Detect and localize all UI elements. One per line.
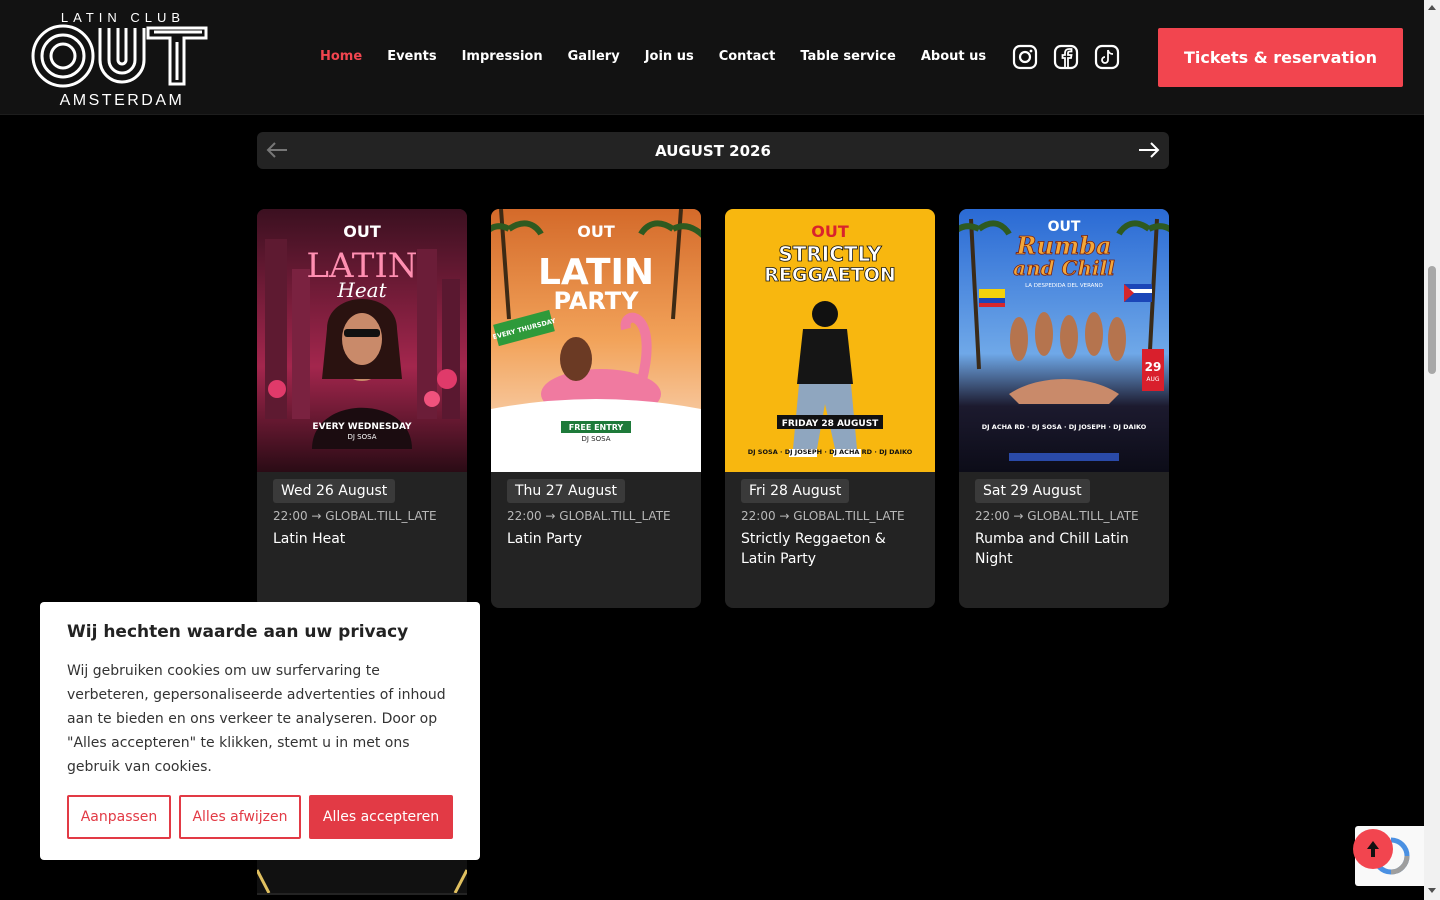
tickets-reservation-button[interactable]: Tickets & reservation — [1158, 28, 1403, 87]
club-logo[interactable]: LATIN CLUB AMSTERDAM — [30, 8, 210, 110]
event-poster-strictly-reggaeton[interactable]: OUT STRICTLY REGGAETON FRIDAY 28 AUGUST … — [725, 209, 935, 472]
logo-out-mark — [31, 24, 208, 88]
poster-subline: Heat — [336, 278, 387, 302]
event-time: 22:00 → GLOBAL.TILL_LATE — [741, 509, 905, 523]
poster-brand: OUT — [343, 222, 381, 241]
event-card[interactable]: OUT LATIN Heat EVERY WEDNESDAY DJ SOSA W… — [257, 209, 467, 608]
event-time: 22:00 → GLOBAL.TILL_LATE — [273, 509, 437, 523]
event-card[interactable]: OUT STRICTLY REGGAETON FRIDAY 28 AUGUST … — [725, 209, 935, 608]
arrow-up-icon — [1367, 841, 1379, 857]
main-nav: Home Events Impression Gallery Join us C… — [320, 49, 1011, 64]
cookie-consent-dialog: Wij hechten waarde aan uw privacy Wij ge… — [40, 602, 480, 860]
customize-button[interactable]: Aanpassen — [67, 795, 171, 839]
event-time: 22:00 → GLOBAL.TILL_LATE — [975, 509, 1139, 523]
nav-impression[interactable]: Impression — [462, 49, 543, 64]
facebook-icon[interactable] — [1053, 44, 1079, 70]
nav-table-service[interactable]: Table service — [800, 49, 896, 64]
site-header: LATIN CLUB AMSTERDAM Home Events Impress… — [0, 0, 1424, 115]
nav-about-us[interactable]: About us — [921, 49, 986, 64]
poster-subline: PARTY — [553, 287, 639, 315]
event-card[interactable]: 29 AUG OUT Rumba and Chill LA DESPEDIDA … — [959, 209, 1169, 608]
cookie-text: Wij gebruiken cookies om uw surfervaring… — [67, 663, 446, 775]
event-title[interactable]: Latin Party — [507, 529, 687, 549]
cookie-title: Wij hechten waarde aan uw privacy — [67, 622, 409, 642]
poster-headline: STRICTLY — [778, 242, 882, 266]
page-scrollbar[interactable] — [1424, 0, 1440, 900]
poster-dj: DJ SOSA — [348, 433, 377, 441]
poster-footer: FRIDAY 28 AUGUST — [782, 419, 879, 429]
poster-day: 29 — [1145, 360, 1162, 374]
poster-footer: EVERY WEDNESDAY — [312, 422, 412, 432]
nav-gallery[interactable]: Gallery — [568, 49, 620, 64]
event-date: Fri 28 August — [741, 479, 850, 503]
poster-dj: DJ SOSA — [582, 435, 611, 443]
poster-footer: FREE ENTRY — [569, 423, 624, 432]
event-date: Sat 29 August — [975, 479, 1090, 503]
poster-brand: OUT — [811, 222, 849, 241]
scroll-down-icon[interactable] — [1428, 888, 1436, 893]
poster-subline: REGGAETON — [764, 264, 896, 286]
back-to-top-button[interactable] — [1353, 829, 1393, 869]
poster-month: AUG — [1146, 376, 1159, 383]
accept-all-button[interactable]: Alles accepteren — [309, 795, 453, 839]
event-date: Wed 26 August — [273, 479, 396, 503]
poster-djs: DJ ACHA RD · DJ SOSA · DJ JOSEPH · DJ DA… — [982, 423, 1147, 431]
event-title[interactable]: Latin Heat — [273, 529, 453, 549]
card-footer-strip — [257, 893, 467, 895]
month-title: AUGUST 2026 — [655, 142, 771, 160]
poster-djs: DJ SOSA · DJ JOSEPH · DJ ACHA RD · DJ DA… — [748, 448, 913, 456]
event-title[interactable]: Strictly Reggaeton & Latin Party — [741, 529, 921, 569]
event-poster-latin-heat[interactable]: OUT LATIN Heat EVERY WEDNESDAY DJ SOSA — [257, 209, 467, 472]
event-poster-latin-party[interactable]: EVERY THURSDAY OUT LATIN PARTY FREE ENTR… — [491, 209, 701, 472]
event-time: 22:00 → GLOBAL.TILL_LATE — [507, 509, 671, 523]
nav-join-us[interactable]: Join us — [645, 49, 694, 64]
instagram-icon[interactable] — [1012, 44, 1038, 70]
scrollbar-thumb[interactable] — [1428, 266, 1436, 374]
poster-brand: OUT — [577, 222, 615, 241]
event-poster-rumba-and-chill[interactable]: 29 AUG OUT Rumba and Chill LA DESPEDIDA … — [959, 209, 1169, 472]
scroll-up-icon[interactable] — [1428, 5, 1436, 10]
event-title[interactable]: Rumba and Chill Latin Night — [975, 529, 1155, 569]
month-navigation: AUGUST 2026 — [257, 132, 1169, 169]
nav-contact[interactable]: Contact — [719, 49, 776, 64]
tiktok-icon[interactable] — [1094, 44, 1120, 70]
poster-sub: LA DESPEDIDA DEL VERANO — [1025, 283, 1103, 289]
logo-bottom-text: AMSTERDAM — [59, 92, 185, 109]
nav-events[interactable]: Events — [387, 49, 436, 64]
social-links — [1012, 44, 1120, 70]
arrow-right-icon[interactable] — [1137, 140, 1161, 160]
event-date: Thu 27 August — [507, 479, 626, 503]
poster-subline: and Chill — [1013, 256, 1115, 280]
event-card[interactable]: EVERY THURSDAY OUT LATIN PARTY FREE ENTR… — [491, 209, 701, 608]
reject-all-button[interactable]: Alles afwijzen — [179, 795, 301, 839]
nav-home[interactable]: Home — [320, 49, 362, 64]
